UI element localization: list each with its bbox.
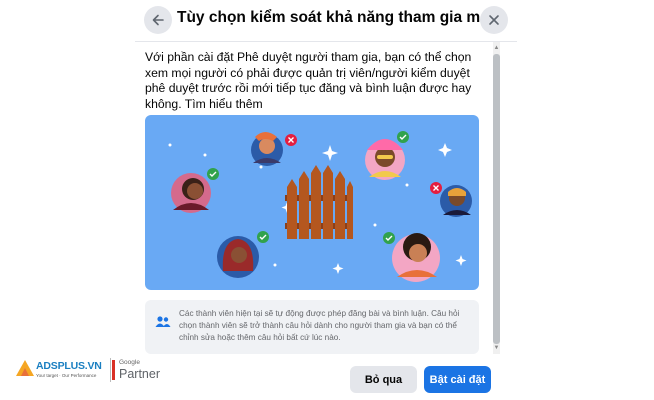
close-button[interactable]	[480, 6, 508, 34]
partner-label: Partner	[119, 367, 160, 381]
arrow-left-icon	[152, 14, 164, 26]
avatar-bottom-left	[217, 231, 269, 278]
enable-setting-button[interactable]: Bật cài đặt	[424, 366, 491, 393]
scrollbar[interactable]: ▲ ▼	[490, 42, 502, 354]
adsplus-logo-icon	[16, 360, 34, 376]
note-text: Các thành viên hiện tại sẽ tự động được …	[179, 309, 460, 342]
avatar-top-left	[251, 132, 297, 166]
scroll-thumb[interactable]	[493, 54, 500, 344]
back-button[interactable]	[144, 6, 172, 34]
dialog-title: Tùy chọn kiểm soát khả năng tham gia mới	[177, 9, 496, 26]
avatar-top-right	[365, 131, 409, 180]
approval-settings-dialog: Tùy chọn kiểm soát khả năng tham gia mới…	[135, 0, 517, 400]
scroll-down-icon[interactable]: ▼	[493, 344, 500, 352]
scroll-up-icon[interactable]: ▲	[493, 44, 500, 52]
dialog-body: Với phần cài đặt Phê duyệt người tham gi…	[145, 42, 500, 354]
skip-button[interactable]: Bỏ qua	[350, 366, 417, 393]
logo-divider	[110, 358, 111, 382]
info-note: Các thành viên hiện tại sẽ tự động được …	[145, 300, 479, 354]
google-label: Google	[119, 359, 140, 366]
learn-more-link[interactable]: Tìm hiểu thêm	[185, 97, 263, 111]
brand-tagline: Your target · Our Performance	[36, 373, 97, 378]
avatar-left	[171, 168, 219, 213]
close-icon	[489, 15, 499, 25]
description: Với phần cài đặt Phê duyệt người tham gi…	[145, 50, 490, 112]
members-icon	[155, 315, 171, 334]
avatar-right	[430, 182, 472, 217]
illustration-graphic	[168, 131, 472, 282]
partner-badge-bar	[112, 360, 115, 380]
adsplus-google-partner-watermark: ADSPLUS.VN Your target · Our Performance…	[14, 354, 174, 388]
avatar-bottom-right	[383, 232, 440, 282]
dialog-header: Tùy chọn kiểm soát khả năng tham gia mới	[135, 0, 517, 42]
participant-approval-illustration	[145, 115, 479, 290]
fence-gate-icon	[285, 165, 353, 239]
brand-name: ADSPLUS.VN	[36, 360, 102, 372]
